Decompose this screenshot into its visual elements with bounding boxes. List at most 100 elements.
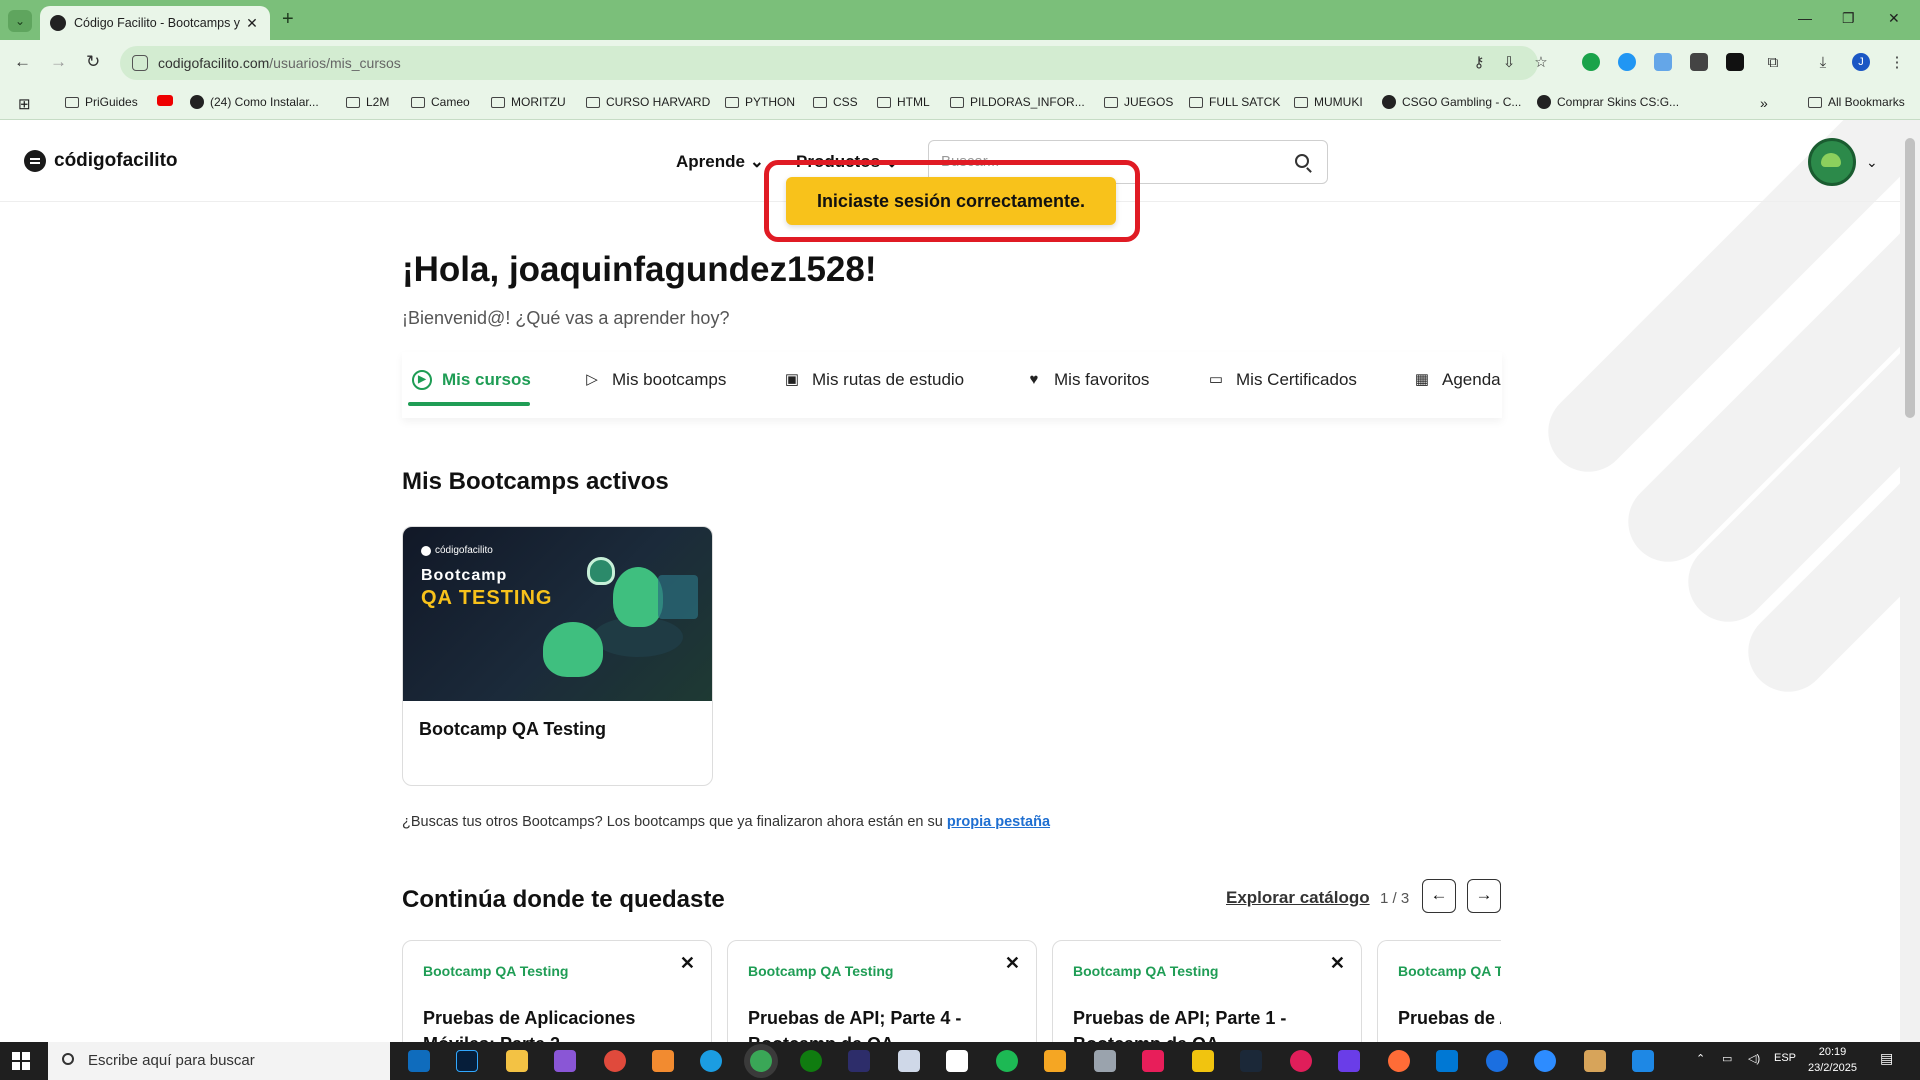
site-info-icon[interactable]	[132, 55, 148, 71]
page-scrollbar[interactable]	[1900, 120, 1920, 1042]
scrollbar-thumb[interactable]	[1905, 138, 1915, 418]
tab-mis-favoritos[interactable]: ♥ Mis favoritos	[1024, 370, 1150, 390]
bookmark-item[interactable]: CURSO HARVARD	[586, 95, 710, 109]
more-bookmarks-button[interactable]: »	[1760, 95, 1768, 111]
devhome-app-icon[interactable]	[848, 1050, 870, 1072]
file-explorer-app-icon[interactable]	[506, 1050, 528, 1072]
bookmark-star-icon[interactable]: ☆	[1532, 54, 1550, 72]
bookmark-item[interactable]: FULL SATCK	[1189, 95, 1280, 109]
profile-avatar[interactable]: J	[1852, 53, 1870, 71]
spotify-app-icon[interactable]	[996, 1050, 1018, 1072]
bookmark-item[interactable]: L2M	[346, 95, 389, 109]
close-icon[interactable]: ✕	[1330, 953, 1345, 974]
start-windows-icon[interactable]	[12, 1052, 30, 1070]
address-bar[interactable]: codigofacilito.com/usuarios/mis_cursos	[120, 46, 1538, 80]
bookmark-item[interactable]: MUMUKI	[1294, 95, 1363, 109]
app-icon[interactable]	[1044, 1050, 1066, 1072]
install-app-icon[interactable]: ⇩	[1500, 54, 1518, 72]
password-key-icon[interactable]: ⚷	[1470, 54, 1488, 72]
browser-menu-icon[interactable]: ⋮	[1888, 54, 1906, 72]
system-clock[interactable]: 20:19 23/2/2025	[1808, 1044, 1857, 1076]
carousel-prev-button[interactable]: ←	[1422, 879, 1456, 913]
chrome-profile-app-icon[interactable]	[604, 1050, 626, 1072]
xbox-app-icon[interactable]	[800, 1050, 822, 1072]
course-card[interactable]: Bootcamp QA Testing ✕ Pruebas de Aplicac…	[402, 940, 712, 1042]
virtualbox-app-icon[interactable]	[1094, 1050, 1116, 1072]
slack-app-icon[interactable]	[1290, 1050, 1312, 1072]
bookmark-item[interactable]: MORITZU	[491, 95, 566, 109]
m365-app-icon[interactable]	[554, 1050, 576, 1072]
app-icon[interactable]	[1192, 1050, 1214, 1072]
bookmark-item[interactable]: Comprar Skins CS:G...	[1537, 95, 1679, 109]
new-tab-icon[interactable]: +	[282, 8, 294, 31]
downloads-icon[interactable]: ⤓	[1814, 54, 1832, 72]
close-icon[interactable]: ✕	[680, 953, 695, 974]
close-window-icon[interactable]: ✕	[1888, 10, 1900, 27]
minimize-icon[interactable]: —	[1798, 10, 1812, 26]
bootcamp-card[interactable]: códigofacilito Bootcamp QA TESTING Bootc…	[402, 526, 713, 786]
extension-selenium-icon[interactable]	[1690, 53, 1708, 71]
extensions-puzzle-icon[interactable]: ⧉	[1764, 54, 1782, 72]
explore-catalog-link[interactable]: Explorar catálogo	[1226, 888, 1370, 908]
search-icon[interactable]	[1295, 154, 1309, 168]
all-bookmarks-button[interactable]: All Bookmarks	[1808, 95, 1905, 109]
bookmark-item[interactable]: PILDORAS_INFOR...	[950, 95, 1085, 109]
photoshop-app-icon[interactable]	[456, 1050, 478, 1072]
chevron-down-icon[interactable]: ⌄	[1866, 154, 1878, 171]
bookmark-item[interactable]: HTML	[877, 95, 930, 109]
tab-mis-rutas[interactable]: ▣ Mis rutas de estudio	[782, 370, 964, 390]
snipping-app-icon[interactable]	[946, 1050, 968, 1072]
browser-tab[interactable]: Código Facilito - Bootcamps y C ✕	[40, 6, 270, 40]
tab-mis-cursos[interactable]: ▶ Mis cursos	[412, 370, 531, 390]
show-hidden-icons[interactable]: ⌃	[1696, 1052, 1705, 1065]
steam-app-icon[interactable]	[1240, 1050, 1262, 1072]
app-icon[interactable]	[898, 1050, 920, 1072]
extension-blue-icon[interactable]	[1618, 53, 1636, 71]
close-tab-icon[interactable]: ✕	[244, 15, 260, 32]
tab-mis-bootcamps[interactable]: ▷ Mis bootcamps	[582, 370, 726, 390]
bookmark-item[interactable]	[157, 95, 179, 106]
edge-app-icon[interactable]	[700, 1050, 722, 1072]
extension-media-icon[interactable]	[1726, 53, 1744, 71]
bookmark-item[interactable]: JUEGOS	[1104, 95, 1173, 109]
extension-clipboard-icon[interactable]	[1654, 53, 1672, 71]
intellij-app-icon[interactable]	[1338, 1050, 1360, 1072]
tab-search-button[interactable]: ⌄	[8, 10, 32, 32]
bookmark-item[interactable]: PriGuides	[65, 95, 138, 109]
forward-icon[interactable]: →	[50, 52, 67, 72]
access-app-icon[interactable]	[1142, 1050, 1164, 1072]
volume-icon[interactable]: ◁)	[1748, 1052, 1760, 1065]
tab-agenda[interactable]: ▦ Agenda	[1412, 370, 1501, 390]
site-logo[interactable]: códigofacilito	[24, 150, 178, 172]
postman-app-icon[interactable]	[1388, 1050, 1410, 1072]
bookmark-item[interactable]: CSGO Gambling - C...	[1382, 95, 1521, 109]
carousel-next-button[interactable]: →	[1467, 879, 1501, 913]
tab-mis-certificados[interactable]: ▭ Mis Certificados	[1206, 370, 1357, 390]
bookmark-item[interactable]: CSS	[813, 95, 858, 109]
app-icon[interactable]	[1584, 1050, 1606, 1072]
bookmark-item[interactable]: PYTHON	[725, 95, 795, 109]
selenium-app-icon[interactable]	[1632, 1050, 1654, 1072]
network-icon[interactable]: ▭	[1722, 1052, 1732, 1065]
bookmark-item[interactable]: Cameo	[411, 95, 470, 109]
notifications-icon[interactable]: ▤	[1880, 1050, 1893, 1067]
back-icon[interactable]: ←	[14, 52, 31, 72]
zoom-app-icon[interactable]	[1534, 1050, 1556, 1072]
apps-grid-icon[interactable]: ⊞	[18, 95, 31, 113]
vscode-app-icon[interactable]	[1436, 1050, 1458, 1072]
outlook-app-icon[interactable]	[408, 1050, 430, 1072]
nav-learn[interactable]: Aprende ⌄	[676, 152, 764, 172]
user-avatar[interactable]	[1808, 138, 1856, 186]
extension-green-icon[interactable]	[1582, 53, 1600, 71]
course-card[interactable]: Bootcamp QA Testing ✕ Pruebas de API; Pa…	[1052, 940, 1362, 1042]
bookmark-item[interactable]: (24) Como Instalar...	[190, 95, 319, 109]
restore-icon[interactable]: ❐	[1842, 10, 1855, 27]
app-icon[interactable]	[652, 1050, 674, 1072]
taskbar-search[interactable]: Escribe aquí para buscar	[48, 1042, 390, 1080]
close-icon[interactable]: ✕	[1005, 953, 1020, 974]
app-icon[interactable]	[1486, 1050, 1508, 1072]
course-card[interactable]: Bootcamp QA Testing ✕ Pruebas de API; Pa…	[727, 940, 1037, 1042]
finished-bootcamps-link[interactable]: propia pestaña	[947, 814, 1050, 830]
chrome-app-icon[interactable]	[750, 1050, 772, 1072]
course-card[interactable]: Bootcamp QA Testing Pruebas de API	[1377, 940, 1501, 1042]
